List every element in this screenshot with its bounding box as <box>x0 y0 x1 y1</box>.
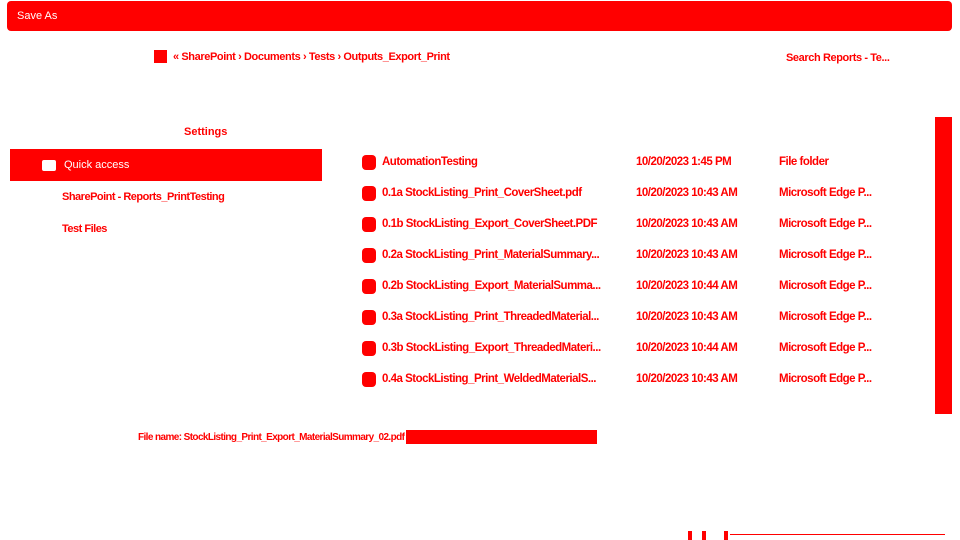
file-name: 0.1b StockListing_Export_CoverSheet.PDF <box>382 218 598 230</box>
button[interactable] <box>688 531 692 540</box>
file-row[interactable]: 0.2b StockListing_Export_MaterialSumma..… <box>362 276 957 296</box>
file-name-field[interactable]: File name: StockListing_Print_Export_Mat… <box>138 430 598 444</box>
file-type: File folder <box>779 156 829 168</box>
file-date: 10/20/2023 10:43 AM <box>636 311 738 323</box>
file-icon <box>362 340 376 356</box>
file-type: Microsoft Edge P... <box>779 311 872 323</box>
file-row[interactable]: 0.1a StockListing_Print_CoverSheet.pdf 10… <box>362 183 957 203</box>
window-title: Save As <box>17 10 58 22</box>
file-icon <box>362 185 376 201</box>
file-name: 0.1a StockListing_Print_CoverSheet.pdf <box>382 187 582 199</box>
file-name: 0.4a StockListing_Print_WeldedMaterialS.… <box>382 373 596 385</box>
file-name: 0.3a StockListing_Print_ThreadedMaterial… <box>382 311 599 323</box>
file-date: 10/20/2023 10:43 AM <box>636 249 738 261</box>
file-type: Microsoft Edge P... <box>779 249 872 261</box>
file-icon <box>362 371 376 387</box>
title-bar: Save As <box>7 1 952 31</box>
file-type: Microsoft Edge P... <box>779 187 872 199</box>
file-icon <box>362 216 376 232</box>
file-name: AutomationTesting <box>382 156 478 168</box>
file-date: 10/20/2023 1:45 PM <box>636 156 732 168</box>
file-row[interactable]: 0.3b StockListing_Export_ThreadedMateri.… <box>362 338 957 358</box>
sidebar-item-label: Quick access <box>64 159 130 171</box>
file-name-input[interactable] <box>406 430 598 444</box>
file-icon <box>362 154 376 170</box>
file-icon <box>362 278 376 294</box>
sidebar-item[interactable]: Test Files <box>62 223 107 235</box>
file-date: 10/20/2023 10:43 AM <box>636 373 738 385</box>
file-type: Microsoft Edge P... <box>779 280 872 292</box>
sidebar-heading: Settings <box>184 126 228 138</box>
file-row[interactable]: AutomationTesting 10/20/2023 1:45 PM File … <box>362 152 957 172</box>
file-name: 0.2b StockListing_Export_MaterialSumma..… <box>382 280 601 292</box>
file-row[interactable]: 0.4a StockListing_Print_WeldedMaterialS.… <box>362 369 957 389</box>
file-type: Microsoft Edge P... <box>779 373 872 385</box>
scrollbar[interactable] <box>935 117 952 414</box>
button[interactable] <box>724 531 728 540</box>
folder-icon <box>42 159 56 171</box>
file-date: 10/20/2023 10:43 AM <box>636 187 738 199</box>
file-date: 10/20/2023 10:44 AM <box>636 342 738 354</box>
button[interactable] <box>702 531 706 540</box>
file-date: 10/20/2023 10:43 AM <box>636 218 738 230</box>
file-row[interactable]: 0.1b StockListing_Export_CoverSheet.PDF 1… <box>362 214 957 234</box>
file-name-label: File name: StockListing_Print_Export_Mat… <box>138 431 405 443</box>
sidebar-item-selected[interactable]: Quick access <box>10 149 322 181</box>
sidebar-item[interactable]: SharePoint - Reports_PrintTesting <box>62 191 225 203</box>
file-row[interactable]: 0.2a StockListing_Print_MaterialSummary.… <box>362 245 957 265</box>
file-name: 0.3b StockListing_Export_ThreadedMateri.… <box>382 342 601 354</box>
file-icon <box>362 309 376 325</box>
breadcrumb-path[interactable]: « SharePoint › Documents › Tests › Outpu… <box>173 51 450 63</box>
file-row[interactable]: 0.3a StockListing_Print_ThreadedMaterial… <box>362 307 957 327</box>
breadcrumb[interactable]: « SharePoint › Documents › Tests › Outpu… <box>154 50 450 63</box>
file-type: Microsoft Edge P... <box>779 342 872 354</box>
file-name: 0.2a StockListing_Print_MaterialSummary.… <box>382 249 600 261</box>
file-icon <box>362 247 376 263</box>
file-type: Microsoft Edge P... <box>779 218 872 230</box>
search-input[interactable]: Search Reports - Te... <box>786 52 890 64</box>
divider <box>730 534 945 535</box>
file-date: 10/20/2023 10:44 AM <box>636 280 738 292</box>
folder-icon <box>154 50 167 63</box>
